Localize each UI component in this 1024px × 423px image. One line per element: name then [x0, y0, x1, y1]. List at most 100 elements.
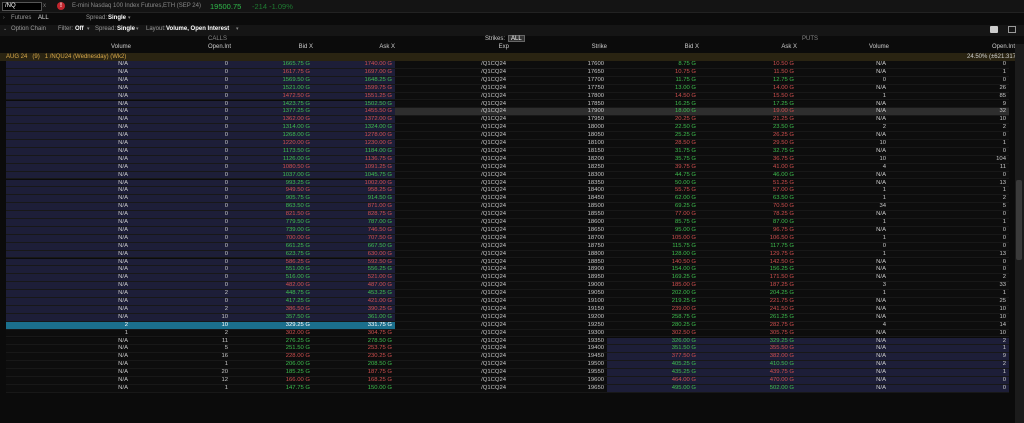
cell-put-bid[interactable]: 13.00 G [607, 84, 699, 93]
cell-put-ask[interactable]: 14.00 G [699, 84, 797, 93]
cell-put-bid[interactable]: 62.00 G [607, 195, 699, 204]
cell-call-bid[interactable]: 661.25 G [231, 242, 313, 251]
cell-call-ask[interactable]: 787.00 G [313, 219, 395, 227]
cell-call-bid[interactable]: 623.75 G [231, 250, 313, 259]
cell-put-bid[interactable]: 405.25 G [607, 361, 699, 370]
cell-call-ask[interactable]: 487.00 G [313, 282, 395, 291]
cell-call-ask[interactable]: 150.00 G [313, 384, 395, 393]
cell-call-ask[interactable]: 1045.75 G [313, 171, 395, 180]
scrollbar-thumb[interactable] [1016, 180, 1022, 260]
table-row[interactable]: N/A 0 623.75 G 630.00 G/Q1CQ24 18800 128.00 G… [6, 250, 1012, 259]
cell-call-ask[interactable]: 592.50 G [313, 258, 395, 267]
cell-call-bid[interactable]: 1126.00 G [231, 155, 313, 164]
cell-call-ask[interactable]: 187.75 G [313, 369, 395, 377]
cell-put-ask[interactable]: 29.50 G [699, 140, 797, 148]
cell-call-bid[interactable]: 779.50 G [231, 219, 313, 227]
cell-call-ask[interactable]: 521.00 G [313, 274, 395, 283]
table-row[interactable]: N/A 0 1220.00 G 1230.00 G/Q1CQ24 18100 28.50 … [6, 140, 1012, 148]
cell-put-ask[interactable]: 51.25 G [699, 179, 797, 188]
table-row[interactable]: N/A 0 863.50 G 871.00 G/Q1CQ24 18500 69.25 G7… [6, 203, 1012, 212]
cell-call-bid[interactable]: 1569.50 G [231, 76, 313, 85]
cell-call-bid[interactable]: 949.50 G [231, 187, 313, 196]
cell-call-ask[interactable]: 1002.00 G [313, 179, 395, 188]
cell-call-ask[interactable]: 1278.00 G [313, 132, 395, 140]
futures-filter[interactable]: ALL [38, 15, 49, 21]
table-row[interactable]: N/A 0 1173.50 G 1184.00 G/Q1CQ24 18150 31.75 … [6, 147, 1012, 156]
table-row[interactable]: N/A 0 1362.00 G 1372.00 G/Q1CQ24 17950 20.25 … [6, 116, 1012, 125]
cell-call-bid[interactable]: 1472.50 G [231, 92, 313, 101]
table-row[interactable]: N/A 0 1423.75 G 1502.50 G/Q1CQ24 17850 16.25 … [6, 100, 1012, 109]
cell-call-ask[interactable]: 208.50 G [313, 361, 395, 370]
cell-put-ask[interactable]: 410.50 G [699, 361, 797, 370]
cell-call-ask[interactable]: 828.75 G [313, 211, 395, 219]
cell-call-ask[interactable]: 1324.00 G [313, 124, 395, 133]
cell-put-bid[interactable]: 202.00 G [607, 290, 699, 298]
cell-call-bid[interactable]: 516.00 G [231, 274, 313, 283]
col-put-open-int[interactable]: Open.Int [889, 44, 1015, 50]
table-row[interactable]: N/A 0 551.00 G 556.25 G/Q1CQ24 18900 154.00 G… [6, 266, 1012, 275]
cell-put-bid[interactable]: 185.00 G [607, 282, 699, 291]
cell-put-ask[interactable]: 241.50 G [699, 305, 797, 314]
cell-put-bid[interactable]: 11.75 G [607, 76, 699, 85]
chevron-down-icon[interactable]: ▾ [236, 26, 239, 32]
col-bid[interactable]: Bid X [231, 44, 313, 50]
expiration-row[interactable]: AUG 24 (9) 1 /NQU24 (Wednesday) (Wk2) 24… [0, 53, 1024, 61]
cell-call-bid[interactable]: 1617.75 G [231, 68, 313, 77]
cell-put-ask[interactable]: 36.75 G [699, 155, 797, 164]
cell-call-bid[interactable]: 1665.75 G [231, 61, 313, 69]
cell-put-ask[interactable]: 221.75 G [699, 298, 797, 306]
cell-put-ask[interactable]: 11.50 G [699, 68, 797, 77]
table-row[interactable]: N/A 2 386.50 G 390.25 G/Q1CQ24 19150 239.00 G… [6, 305, 1012, 314]
cell-call-ask[interactable]: 331.75 G [313, 321, 395, 330]
cell-call-bid[interactable]: 1268.00 G [231, 132, 313, 140]
table-row[interactable]: N/A 0 700.00 G 707.50 G/Q1CQ24 18700 105.00 G… [6, 234, 1012, 243]
cell-call-ask[interactable]: 556.25 G [313, 266, 395, 275]
cell-call-bid[interactable]: 228.00 G [231, 353, 313, 362]
cell-call-ask[interactable]: 1502.50 G [313, 100, 395, 109]
cell-call-ask[interactable]: 1740.00 G [313, 61, 395, 69]
cell-put-bid[interactable]: 31.75 G [607, 147, 699, 156]
cell-call-ask[interactable]: 1372.00 G [313, 116, 395, 125]
table-row[interactable]: N/A 0 949.50 G 958.25 G/Q1CQ24 18400 55.75 G5… [6, 187, 1012, 196]
cell-put-ask[interactable]: 171.50 G [699, 274, 797, 283]
cell-put-bid[interactable]: 25.25 G [607, 132, 699, 140]
cell-call-ask[interactable]: 1551.25 G [313, 92, 395, 101]
cell-put-bid[interactable]: 115.75 G [607, 242, 699, 251]
cell-call-bid[interactable]: 993.25 G [231, 179, 313, 188]
col-ask[interactable]: Ask X [313, 44, 395, 50]
cell-call-ask[interactable]: 958.25 G [313, 187, 395, 196]
col-put-ask[interactable]: Ask X [699, 44, 797, 50]
collapse-icon[interactable]: › [3, 15, 5, 21]
cell-put-bid[interactable]: 280.25 G [607, 321, 699, 330]
table-row[interactable]: N/A 0 739.00 G 746.50 G/Q1CQ24 18650 95.00 G9… [6, 226, 1012, 235]
table-row[interactable]: N/A 20 185.25 G 187.75 G/Q1CQ24 19550 435.25 … [6, 369, 1012, 377]
cell-call-bid[interactable]: 147.75 G [231, 384, 313, 393]
cell-call-bid[interactable]: 700.00 G [231, 234, 313, 243]
cell-put-ask[interactable]: 106.50 G [699, 234, 797, 243]
cell-call-bid[interactable]: 739.00 G [231, 226, 313, 235]
table-row[interactable]: N/A 0 993.25 G 1002.00 G/Q1CQ24 18350 50.00 G… [6, 179, 1012, 188]
table-row[interactable]: N/A 2 448.75 G 453.25 G/Q1CQ24 19050 202.00 G… [6, 290, 1012, 298]
cell-call-bid[interactable]: 185.25 G [231, 369, 313, 377]
cell-put-bid[interactable]: 435.25 G [607, 369, 699, 377]
col-strike[interactable]: Strike [509, 44, 607, 50]
cell-call-bid[interactable]: 821.50 G [231, 211, 313, 219]
cell-call-bid[interactable]: 1080.50 G [231, 163, 313, 172]
cell-call-ask[interactable]: 361.00 G [313, 313, 395, 322]
cell-call-ask[interactable]: 390.25 G [313, 305, 395, 314]
cell-put-bid[interactable]: 16.25 G [607, 100, 699, 109]
cell-put-bid[interactable]: 258.75 G [607, 313, 699, 322]
cell-call-bid[interactable]: 863.50 G [231, 203, 313, 212]
cell-put-bid[interactable]: 10.75 G [607, 68, 699, 77]
cell-call-bid[interactable]: 905.75 G [231, 195, 313, 204]
table-row[interactable]: N/A 0 821.50 G 828.75 G/Q1CQ24 18550 77.00 G7… [6, 211, 1012, 219]
strikes-select[interactable]: ALL [508, 35, 525, 42]
cell-call-ask[interactable]: 630.00 G [313, 250, 395, 259]
cell-put-ask[interactable]: 96.75 G [699, 226, 797, 235]
table-row[interactable]: N/A 11 276.25 G 278.50 G/Q1CQ24 19350 326.00 … [6, 337, 1012, 346]
cell-call-bid[interactable]: 448.75 G [231, 290, 313, 298]
cell-put-bid[interactable]: 55.75 G [607, 187, 699, 196]
col-exp[interactable]: Exp [395, 44, 509, 50]
cell-call-bid[interactable]: 1377.25 G [231, 108, 313, 117]
table-row[interactable]: N/A 0 586.25 G 592.50 G/Q1CQ24 18850 140.50 G… [6, 258, 1012, 267]
